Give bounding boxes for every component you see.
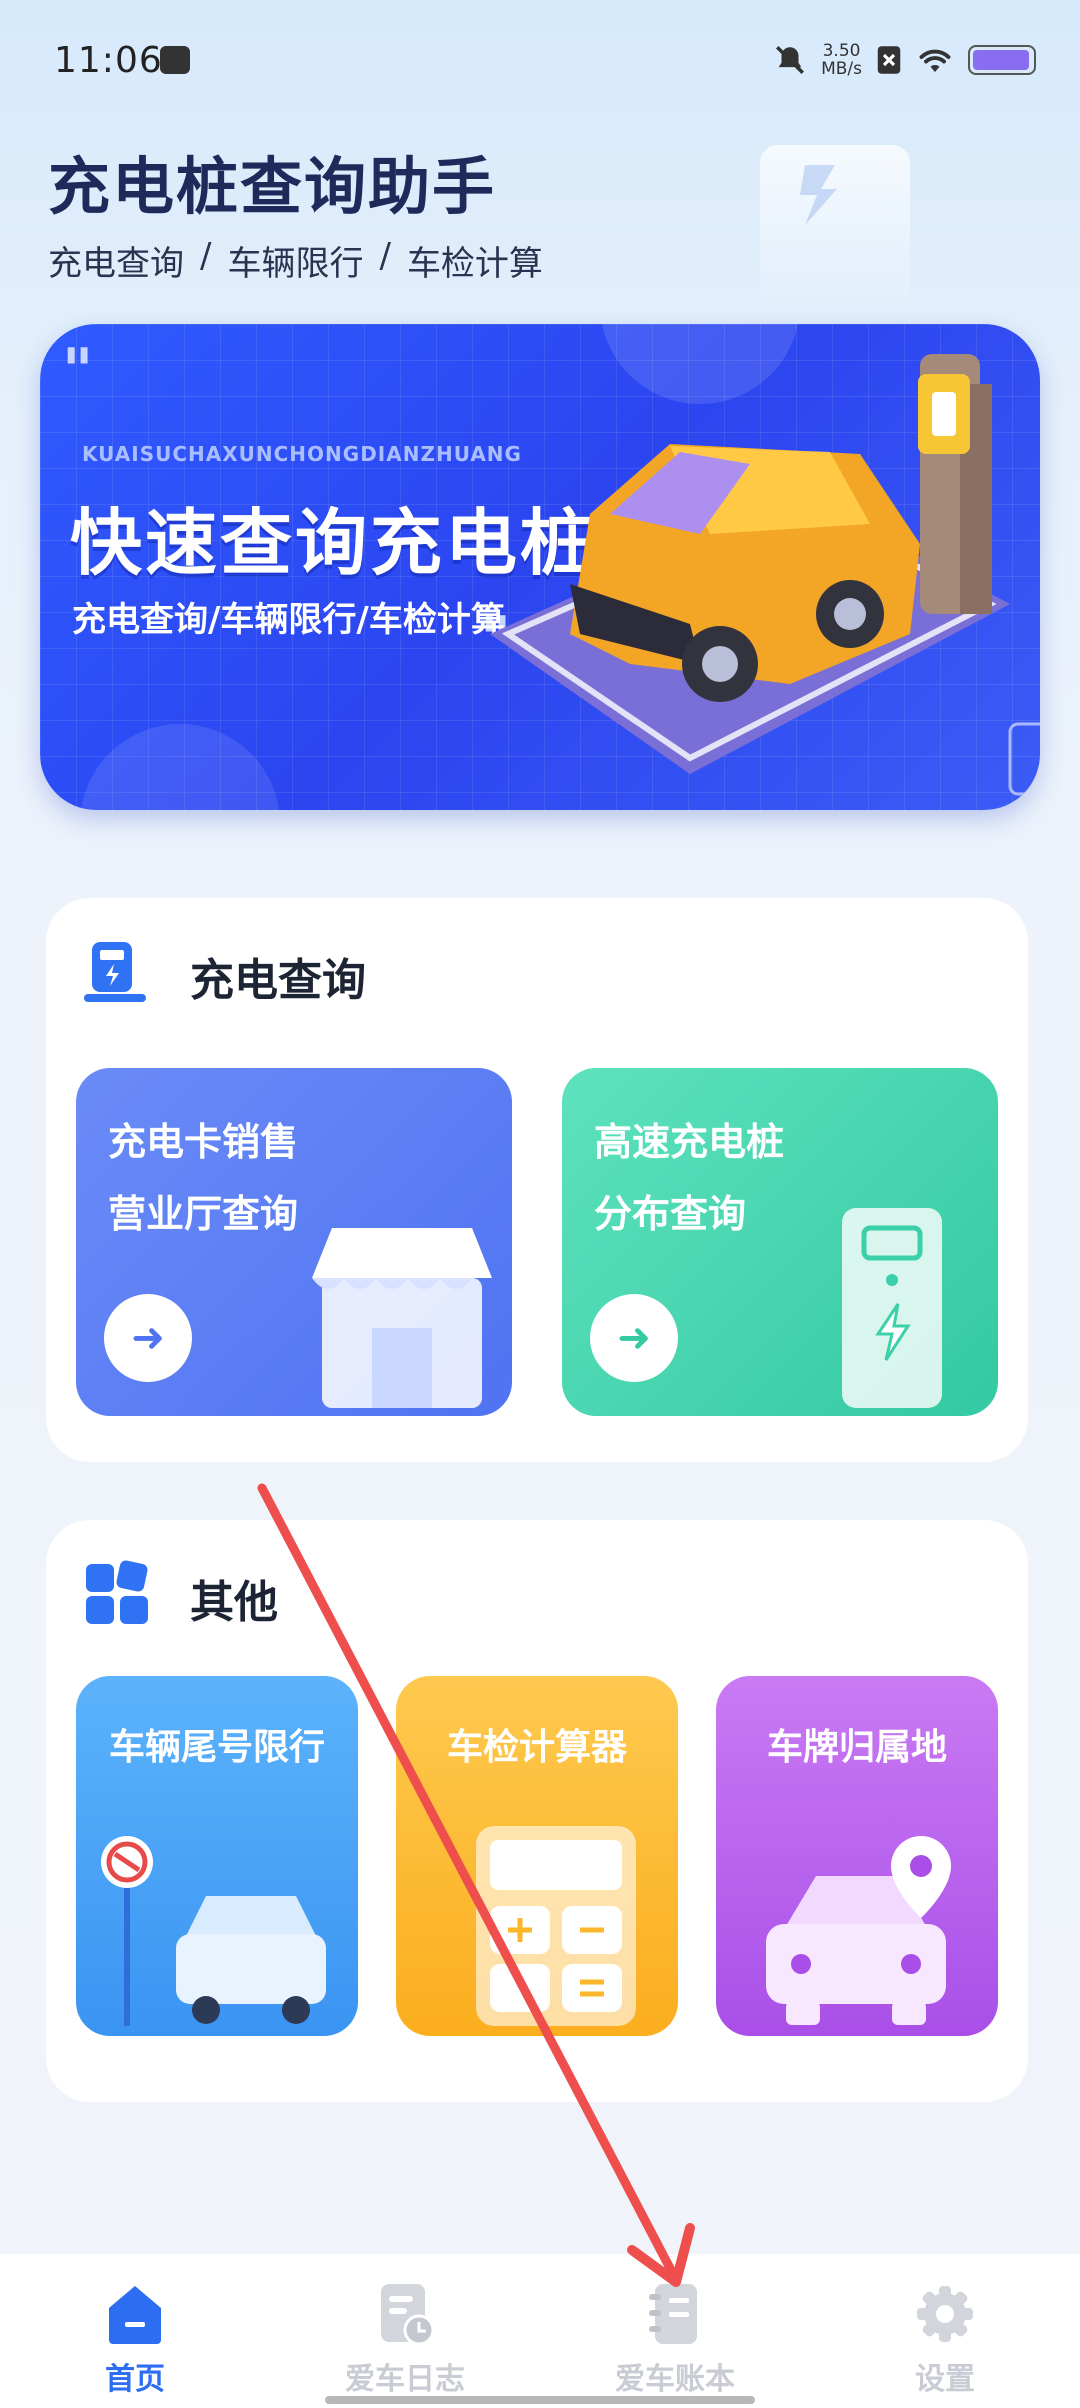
inspection-calculator-tile[interactable]: 车检计算器 (396, 1676, 678, 2036)
other-section-title: 其他 (190, 1577, 278, 1628)
highway-charger-tile[interactable]: 高速充电桩 分布查询 ➜ (562, 1068, 998, 1416)
charge-section-title: 充电查询 (190, 955, 366, 1006)
bottom-navigation: 首页 爱车日志 爱车账本 设置 (0, 2254, 1080, 2408)
status-time: 11:06 (54, 40, 163, 81)
no-entry-car-icon (101, 1836, 326, 2026)
tile-line2: 营业厅查询 (108, 1192, 299, 1236)
charge-card-sales-label: 充电卡销售 营业厅查询 (108, 1106, 298, 1250)
charge-card-sales-tile[interactable]: 充电卡销售 营业厅查询 ➜ (76, 1068, 512, 1416)
nav-label-home: 首页 (105, 2362, 165, 2397)
charging-pile-decoration (760, 145, 910, 325)
net-speed-unit: MB/s (821, 59, 862, 79)
subtitle-item-inspection: 车检计算 (406, 244, 543, 284)
plate-location-label: 车牌归属地 (766, 1727, 947, 1768)
quote-mark-icon: " (62, 336, 94, 406)
car-log-icon (381, 2284, 435, 2346)
subtitle-item-charge: 充电查询 (48, 244, 184, 284)
nav-label-car-ledger: 爱车账本 (615, 2362, 735, 2397)
car-location-pin-icon (766, 1836, 951, 2025)
plate-location-tile[interactable]: 车牌归属地 (716, 1676, 998, 2036)
nav-item-car-ledger[interactable]: 爱车账本 (540, 2254, 810, 2408)
banner-pinyin: KUAISUCHAXUNCHONGDIANZHUANG (82, 442, 522, 466)
promo-banner[interactable]: " " KUAISUCHAXUNCHONGDIANZHUANG 快速查询充电桩 … (40, 324, 1040, 810)
nav-item-car-log[interactable]: 爱车日志 (270, 2254, 540, 2408)
message-notification-icon (160, 46, 190, 74)
calculator-icon (476, 1826, 636, 2026)
network-speed: 3.50 MB/s (821, 42, 862, 78)
app-title: 充电桩查询助手 (48, 150, 497, 223)
home-icon (109, 2286, 161, 2344)
banner-decor-circle (80, 724, 280, 810)
subtitle: 充电查询 / 车辆限行 / 车检计算 (48, 236, 543, 285)
subtitle-separator: / (379, 236, 391, 276)
subtitle-item-restriction: 车辆限行 (227, 244, 364, 284)
tile-line1: 充电卡销售 (108, 1120, 299, 1164)
wifi-icon (919, 49, 951, 72)
battery-icon (968, 45, 1036, 75)
charging-pile-icon (842, 1208, 942, 1408)
plate-restriction-tile[interactable]: 车辆尾号限行 (76, 1676, 358, 2036)
store-icon (312, 1228, 492, 1408)
nav-item-home[interactable]: 首页 (0, 2254, 270, 2408)
banner-subtitle: 充电查询/车辆限行/车检计算 (72, 600, 505, 640)
nav-item-settings[interactable]: 设置 (810, 2254, 1080, 2408)
home-indicator[interactable] (325, 2396, 755, 2404)
car-charging-illustration (490, 354, 1040, 796)
inspection-calculator-label: 车检计算器 (446, 1727, 627, 1768)
grid-apps-icon (86, 1560, 148, 1624)
arrow-right-icon[interactable]: ➜ (590, 1294, 678, 1382)
nav-label-settings: 设置 (915, 2362, 975, 2397)
plate-restriction-label: 车辆尾号限行 (108, 1727, 325, 1768)
other-card: 其他 车辆尾号限行 车检计算器 车牌归属地 (46, 1520, 1028, 2102)
notebook-icon (649, 2284, 697, 2344)
status-icons: 3.50 MB/s (773, 38, 1036, 82)
highway-charger-label: 高速充电桩 分布查询 (594, 1106, 784, 1250)
nav-label-car-log: 爱车日志 (345, 2362, 465, 2397)
charging-station-icon (84, 942, 146, 1002)
gear-icon (917, 2286, 973, 2342)
subtitle-separator: / (200, 236, 212, 276)
net-speed-value: 3.50 (822, 41, 861, 61)
charge-query-card: 充电查询 充电卡销售 营业厅查询 ➜ 高速充电桩 分布查询 ➜ (46, 898, 1028, 1462)
tile-line2: 分布查询 (594, 1192, 747, 1236)
mute-bell-icon (776, 45, 805, 75)
tile-line1: 高速充电桩 (594, 1120, 785, 1164)
arrow-right-icon[interactable]: ➜ (104, 1294, 192, 1382)
sim-off-icon (877, 46, 901, 74)
